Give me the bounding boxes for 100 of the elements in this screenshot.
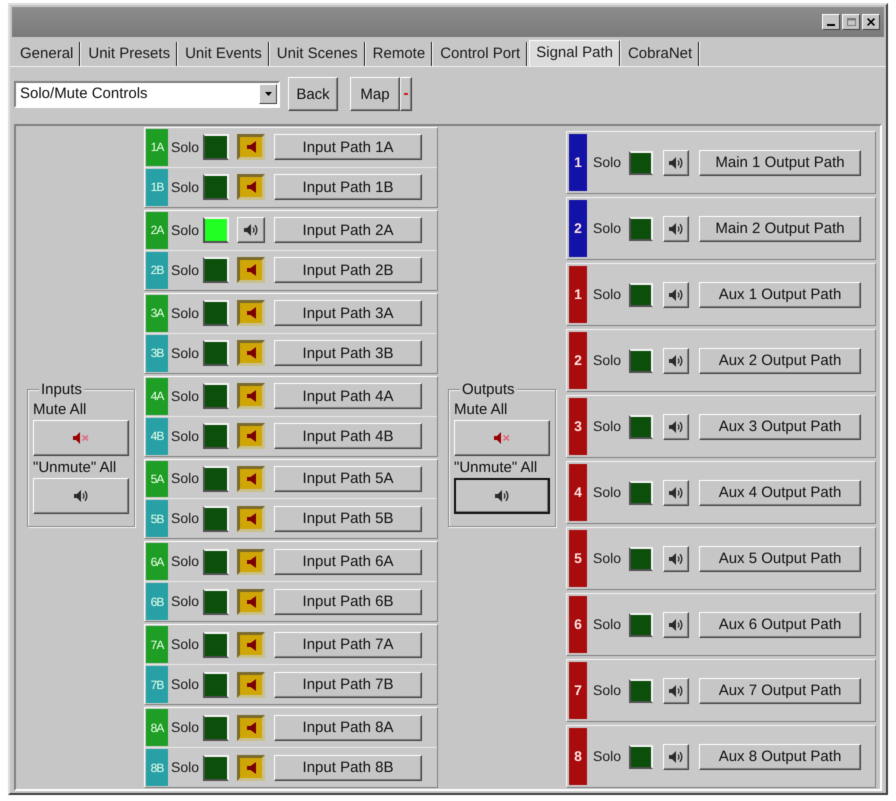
mute-button[interactable] bbox=[237, 632, 265, 658]
tab[interactable]: Signal Path bbox=[529, 40, 620, 66]
mute-button[interactable] bbox=[237, 466, 265, 492]
solo-indicator[interactable] bbox=[203, 300, 229, 326]
mute-button[interactable] bbox=[237, 672, 265, 698]
mute-all-button[interactable] bbox=[33, 420, 129, 456]
channel-number-tile: 2 bbox=[569, 200, 587, 257]
output-path-button[interactable]: Main 2 Output Path bbox=[699, 216, 861, 242]
input-path-button[interactable]: Input Path 7A bbox=[274, 632, 422, 658]
solo-indicator[interactable] bbox=[203, 754, 229, 781]
solo-indicator[interactable] bbox=[203, 466, 229, 492]
input-path-button[interactable]: Input Path 4B bbox=[274, 423, 422, 450]
output-path-button[interactable]: Aux 7 Output Path bbox=[699, 678, 861, 704]
solo-indicator[interactable] bbox=[203, 672, 229, 698]
solo-indicator[interactable] bbox=[629, 216, 653, 240]
input-path-button[interactable]: Input Path 7B bbox=[274, 672, 422, 698]
mute-all-button[interactable] bbox=[454, 420, 550, 456]
solo-indicator[interactable] bbox=[203, 714, 229, 741]
output-path-button[interactable]: Aux 1 Output Path bbox=[699, 282, 861, 308]
minimize-button[interactable] bbox=[822, 14, 840, 30]
channel-number-tile: 4A bbox=[146, 378, 168, 415]
solo-indicator[interactable] bbox=[203, 217, 229, 244]
output-path-button[interactable]: Aux 2 Output Path bbox=[699, 348, 861, 374]
solo-indicator[interactable] bbox=[629, 678, 653, 702]
tab[interactable]: Unit Events bbox=[179, 42, 269, 66]
channel-number-tile: 1A bbox=[146, 129, 168, 166]
solo-indicator[interactable] bbox=[629, 612, 653, 636]
mute-button[interactable] bbox=[237, 588, 265, 615]
maximize-button[interactable] bbox=[842, 14, 860, 30]
tab[interactable]: General bbox=[14, 42, 80, 66]
input-path-button[interactable]: Input Path 5A bbox=[274, 466, 422, 492]
mute-button[interactable] bbox=[237, 174, 265, 200]
back-button[interactable]: Back bbox=[288, 77, 338, 111]
input-path-button[interactable]: Input Path 8A bbox=[274, 714, 422, 741]
solo-indicator[interactable] bbox=[203, 632, 229, 658]
mute-button[interactable] bbox=[237, 506, 265, 532]
solo-indicator[interactable] bbox=[203, 588, 229, 615]
input-path-button[interactable]: Input Path 3B bbox=[274, 340, 422, 366]
map-button[interactable]: Map bbox=[350, 77, 400, 111]
solo-indicator[interactable] bbox=[203, 340, 229, 366]
channel-number-tile: 5A bbox=[146, 460, 168, 498]
mute-button[interactable] bbox=[237, 134, 265, 160]
solo-indicator[interactable] bbox=[203, 257, 229, 284]
mute-button[interactable] bbox=[237, 257, 265, 284]
view-dropdown[interactable]: Solo/Mute Controls bbox=[14, 80, 280, 108]
solo-label: Solo bbox=[171, 469, 200, 488]
output-path-button[interactable]: Aux 5 Output Path bbox=[699, 546, 861, 572]
unmute-all-button[interactable] bbox=[454, 478, 550, 514]
mute-button[interactable] bbox=[237, 383, 265, 410]
input-path-button[interactable]: Input Path 1A bbox=[274, 134, 422, 160]
solo-indicator[interactable] bbox=[203, 174, 229, 200]
solo-label: Solo bbox=[593, 351, 622, 370]
solo-indicator[interactable] bbox=[629, 348, 653, 372]
solo-indicator[interactable] bbox=[203, 423, 229, 450]
mute-button[interactable] bbox=[237, 548, 265, 575]
solo-label: Solo bbox=[593, 747, 622, 766]
input-path-button[interactable]: Input Path 6B bbox=[274, 588, 422, 615]
output-path-button[interactable]: Main 1 Output Path bbox=[699, 150, 861, 176]
mute-button[interactable] bbox=[237, 340, 265, 366]
solo-label: Solo bbox=[593, 549, 622, 568]
solo-indicator[interactable] bbox=[203, 383, 229, 410]
solo-indicator[interactable] bbox=[629, 546, 653, 570]
mute-button[interactable] bbox=[237, 300, 265, 326]
tab[interactable]: CobraNet bbox=[622, 42, 700, 66]
input-path-button[interactable]: Input Path 2B bbox=[274, 257, 422, 284]
input-path-button[interactable]: Input Path 4A bbox=[274, 383, 422, 410]
dropdown-arrow-button[interactable] bbox=[259, 84, 277, 104]
tab[interactable]: Remote bbox=[366, 42, 432, 66]
output-path-button[interactable]: Aux 8 Output Path bbox=[699, 744, 861, 770]
solo-label: Solo bbox=[171, 552, 200, 572]
solo-indicator[interactable] bbox=[203, 134, 229, 160]
input-path-button[interactable]: Input Path 2A bbox=[274, 217, 422, 244]
mute-button[interactable] bbox=[237, 423, 265, 450]
tab[interactable]: Unit Presets bbox=[82, 42, 178, 66]
mute-button[interactable] bbox=[237, 754, 265, 781]
tab[interactable]: Unit Scenes bbox=[270, 42, 365, 66]
solo-indicator[interactable] bbox=[629, 414, 653, 438]
mute-button[interactable] bbox=[237, 714, 265, 741]
solo-indicator[interactable] bbox=[203, 506, 229, 532]
speaker-icon bbox=[246, 596, 256, 608]
solo-indicator[interactable] bbox=[629, 480, 653, 504]
tab[interactable]: Control Port bbox=[434, 42, 528, 66]
narrow-button[interactable] bbox=[400, 77, 412, 111]
output-path-button[interactable]: Aux 4 Output Path bbox=[699, 480, 861, 506]
output-path-button[interactable]: Aux 6 Output Path bbox=[699, 612, 861, 638]
input-path-button[interactable]: Input Path 5B bbox=[274, 506, 422, 532]
input-path-button[interactable]: Input Path 8B bbox=[274, 754, 422, 781]
solo-indicator[interactable] bbox=[629, 744, 653, 768]
solo-indicator[interactable] bbox=[203, 548, 229, 575]
solo-label: Solo bbox=[171, 178, 200, 197]
input-path-button[interactable]: Input Path 1B bbox=[274, 174, 422, 200]
solo-indicator[interactable] bbox=[629, 150, 653, 174]
input-path-button[interactable]: Input Path 6A bbox=[274, 548, 422, 575]
channel-number-tile: 4 bbox=[569, 464, 587, 521]
solo-label: Solo bbox=[593, 615, 622, 634]
solo-indicator[interactable] bbox=[629, 282, 653, 306]
close-button[interactable] bbox=[862, 14, 880, 30]
input-path-button[interactable]: Input Path 3A bbox=[274, 300, 422, 326]
output-path-button[interactable]: Aux 3 Output Path bbox=[699, 414, 861, 440]
channel-number-tile: 7B bbox=[146, 666, 168, 704]
